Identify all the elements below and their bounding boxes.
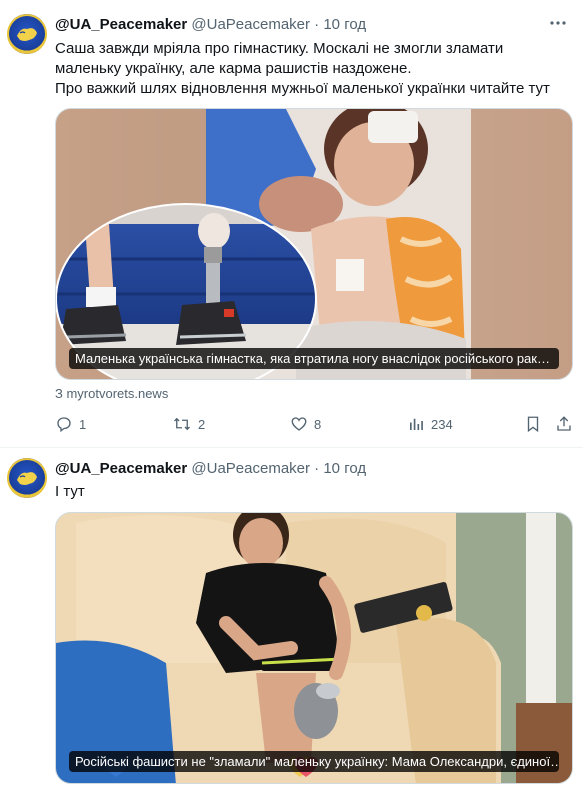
media-video-frame bbox=[56, 513, 572, 783]
card-title[interactable]: Маленька українська гімнастка, яка втрат… bbox=[69, 348, 559, 369]
views-count: 234 bbox=[431, 416, 453, 432]
share-icon bbox=[557, 416, 571, 431]
avatar[interactable] bbox=[7, 458, 47, 498]
more-dots-icon[interactable] bbox=[549, 14, 567, 37]
user-handle[interactable]: @UaPeacemaker bbox=[191, 460, 310, 477]
heart-icon bbox=[291, 417, 307, 431]
reply-icon bbox=[57, 417, 71, 433]
timestamp[interactable]: 10 год bbox=[323, 460, 366, 477]
separator-dot: · bbox=[314, 16, 320, 33]
video-title[interactable]: Російські фашисти не "зламали" маленьку … bbox=[69, 751, 559, 772]
card-source-link[interactable]: З myrotvorets.news bbox=[55, 386, 168, 401]
like-count: 8 bbox=[314, 416, 322, 432]
tweet-header: @UA_Peacemaker @UaPeacemaker · 10 год bbox=[55, 15, 366, 35]
link-card-image[interactable]: Маленька українська гімнастка, яка втрат… bbox=[55, 108, 573, 380]
tweet-text-line: Саша завжди мріяла про гімнастику. Моска… bbox=[55, 40, 504, 57]
tweet-text: Саша завжди мріяла про гімнастику. Моска… bbox=[55, 39, 550, 99]
timestamp[interactable]: 10 год bbox=[323, 16, 366, 33]
peacemaker-logo-icon bbox=[7, 458, 47, 498]
like-button[interactable]: 8 bbox=[290, 412, 321, 436]
separator-dot: · bbox=[314, 460, 320, 477]
tweet[interactable]: @UA_Peacemaker @UaPeacemaker · 10 год І … bbox=[0, 448, 583, 788]
reply-count: 1 bbox=[79, 416, 87, 432]
analytics-bars-icon bbox=[410, 418, 423, 430]
user-handle[interactable]: @UaPeacemaker bbox=[191, 16, 310, 33]
tweet-actions: 1 2 8 234 bbox=[55, 412, 573, 436]
bookmark-icon bbox=[527, 416, 539, 433]
tweet-text: І тут bbox=[55, 482, 85, 502]
share-button[interactable] bbox=[555, 412, 579, 436]
avatar[interactable] bbox=[7, 14, 47, 54]
video-player[interactable]: Російські фашисти не "зламали" маленьку … bbox=[55, 512, 573, 784]
retweet-button[interactable]: 2 bbox=[172, 412, 205, 436]
media-photo bbox=[56, 109, 572, 379]
tweet-header: @UA_Peacemaker @UaPeacemaker · 10 год bbox=[55, 459, 366, 479]
display-name[interactable]: @UA_Peacemaker bbox=[55, 460, 187, 477]
views-button[interactable]: 234 bbox=[407, 412, 453, 436]
retweet-icon bbox=[174, 417, 190, 431]
reply-button[interactable]: 1 bbox=[55, 412, 86, 436]
tweet[interactable]: @UA_Peacemaker @UaPeacemaker · 10 год Са… bbox=[0, 0, 583, 448]
tweet-text-line[interactable]: Про важкий шлях відновлення мужньої мале… bbox=[55, 79, 550, 99]
bookmark-button[interactable] bbox=[525, 412, 547, 436]
tweet-text-line: І тут bbox=[55, 483, 85, 500]
retweet-count: 2 bbox=[198, 416, 206, 432]
peacemaker-logo-icon bbox=[7, 14, 47, 54]
display-name[interactable]: @UA_Peacemaker bbox=[55, 16, 187, 33]
tweet-text-line: маленьку українку, але карма рашистів на… bbox=[55, 60, 412, 77]
